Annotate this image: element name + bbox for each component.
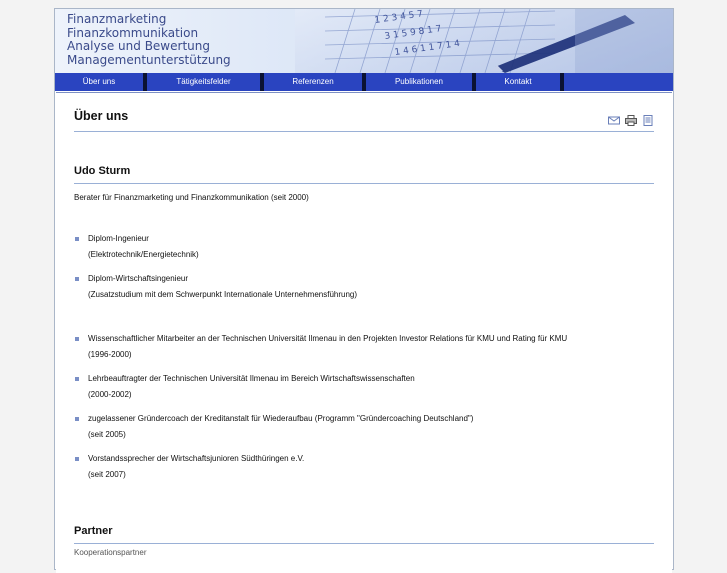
person-name: Udo Sturm	[74, 165, 131, 177]
print-icon[interactable]	[625, 115, 637, 126]
list-item-title: Wissenschaftlicher Mitarbeiter an der Te…	[88, 334, 568, 343]
partner-heading: Partner	[74, 525, 113, 537]
banner-line: Managementunterstützung	[67, 52, 231, 67]
name-divider	[74, 183, 654, 184]
list-item: zugelassener Gründercoach der Kreditanst…	[74, 411, 567, 443]
nav-item-ueber-uns[interactable]: Über uns	[55, 73, 143, 91]
main-navigation: Über uns Tätigkeitsfelder Referenzen Pub…	[55, 73, 673, 91]
bullet-icon	[75, 237, 79, 241]
email-icon[interactable]	[608, 115, 620, 126]
bullet-icon	[75, 277, 79, 281]
partner-divider	[74, 543, 654, 544]
list-item: Lehrbeauftragter der Technischen Univers…	[74, 371, 567, 403]
list-item-title: Diplom-Ingenieur	[88, 234, 149, 243]
list-item-detail: (seit 2007)	[88, 470, 126, 479]
banner-line: Finanzkommunikation	[67, 25, 199, 40]
list-item: Diplom-Wirtschaftsingenieur (Zusatzstudi…	[74, 271, 357, 303]
banner-line: Analyse und Bewertung	[67, 39, 210, 53]
nav-filler	[564, 73, 673, 91]
list-item: Vorstandssprecher der Wirtschaftsjuniore…	[74, 451, 567, 483]
page-title: Über uns	[74, 109, 129, 123]
page-container: Finanzmarketing Finanzkommunikation Anal…	[54, 8, 674, 573]
document-icon[interactable]	[642, 115, 654, 126]
bullet-icon	[75, 337, 79, 341]
bullet-icon	[75, 457, 79, 461]
bullet-icon	[75, 417, 79, 421]
list-item-detail: (1996-2000)	[88, 350, 132, 359]
list-item-detail: (2000-2002)	[88, 390, 132, 399]
title-row: Über uns	[74, 109, 654, 126]
nav-item-kontakt[interactable]: Kontakt	[476, 73, 560, 91]
banner-slogan: Finanzmarketing Finanzkommunikation Anal…	[67, 12, 231, 67]
person-role: Berater für Finanzmarketing und Finanzko…	[74, 193, 309, 202]
list-item-title: Diplom-Wirtschaftsingenieur	[88, 274, 189, 283]
title-divider	[74, 131, 654, 132]
list-item-title: zugelassener Gründercoach der Kreditanst…	[88, 414, 474, 423]
list-item-detail: (Elektrotechnik/Energietechnik)	[88, 250, 199, 259]
list-item-detail: (seit 2005)	[88, 430, 126, 439]
bullet-icon	[75, 377, 79, 381]
header-banner: Finanzmarketing Finanzkommunikation Anal…	[55, 9, 673, 73]
experience-list: Wissenschaftlicher Mitarbeiter an der Te…	[74, 331, 567, 483]
main-content: Über uns Udo Sturm Berater für Finanzmar…	[56, 92, 672, 573]
partner-subtitle: Kooperationspartner	[74, 548, 147, 557]
list-item: Wissenschaftlicher Mitarbeiter an der Te…	[74, 331, 567, 363]
nav-item-referenzen[interactable]: Referenzen	[264, 73, 362, 91]
list-item-detail: (Zusatzstudium mit dem Schwerpunkt Inter…	[88, 290, 358, 299]
nav-item-publikationen[interactable]: Publikationen	[366, 73, 472, 91]
list-item-title: Vorstandssprecher der Wirtschaftsjuniore…	[88, 454, 305, 463]
list-item: Diplom-Ingenieur (Elektrotechnik/Energie…	[74, 231, 357, 263]
education-list: Diplom-Ingenieur (Elektrotechnik/Energie…	[74, 231, 357, 303]
page-tools	[608, 115, 654, 126]
banner-spreadsheet-image: 1 2 3 4 5 7 3 1 5 9 8 1 7 1 4 6 1 1 7 1 …	[295, 9, 673, 73]
list-item-title: Lehrbeauftragter der Technischen Univers…	[88, 374, 415, 383]
banner-line: Finanzmarketing	[67, 12, 167, 26]
nav-item-taetigkeitsfelder[interactable]: Tätigkeitsfelder	[147, 73, 260, 91]
